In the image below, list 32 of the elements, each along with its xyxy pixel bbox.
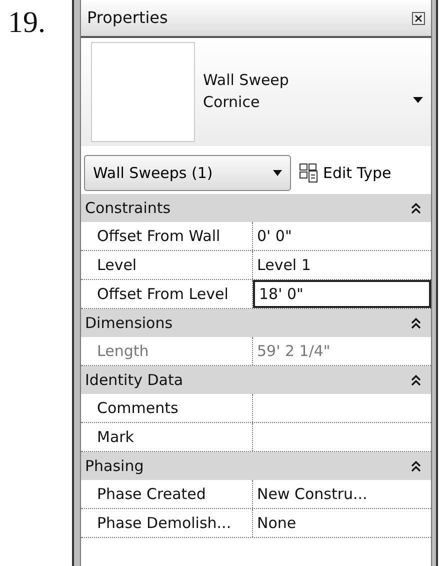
property-label: Mark (97, 426, 134, 448)
property-label: Phase Created (97, 484, 206, 505)
property-label: Comments (97, 398, 178, 419)
dropdown-arrow-icon[interactable] (413, 97, 423, 103)
collapse-icon[interactable] (411, 202, 421, 214)
instance-filter-dropdown[interactable]: Wall Sweeps (1) (84, 155, 291, 191)
palette-title: Properties (87, 7, 168, 29)
collapse-icon[interactable] (411, 374, 421, 386)
group-header[interactable]: Dimensions (81, 309, 431, 337)
group-header[interactable]: Phasing (81, 452, 431, 480)
family-name: Wall Sweep (203, 70, 290, 92)
caret-icon (273, 170, 282, 176)
property-value-field[interactable]: 18' 0" (253, 280, 431, 308)
property-value-field[interactable]: New Constru... (253, 480, 431, 508)
property-value-field[interactable]: Level 1 (253, 251, 431, 279)
edit-type-button[interactable]: Edit Type (319, 162, 396, 184)
property-value-field[interactable]: None (253, 509, 431, 537)
edit-type-icon (299, 163, 319, 183)
item-number: 19. (8, 8, 46, 38)
group-header[interactable]: Constraints (81, 194, 431, 222)
type-name: Cornice (203, 92, 261, 113)
close-icon[interactable] (412, 12, 425, 24)
property-label: Offset From Level (97, 284, 228, 305)
property-label: Offset From Wall (97, 226, 220, 247)
collapse-icon[interactable] (411, 460, 421, 472)
collapse-icon[interactable] (411, 318, 421, 328)
property-label: Phase Demolish... (97, 512, 232, 534)
property-label: Length (97, 340, 149, 362)
property-value-field: 59' 2 1/4" (253, 337, 431, 365)
property-value-field[interactable]: 0' 0" (253, 222, 431, 250)
group-header[interactable]: Identity Data (81, 366, 431, 394)
property-label: Level (97, 254, 137, 276)
